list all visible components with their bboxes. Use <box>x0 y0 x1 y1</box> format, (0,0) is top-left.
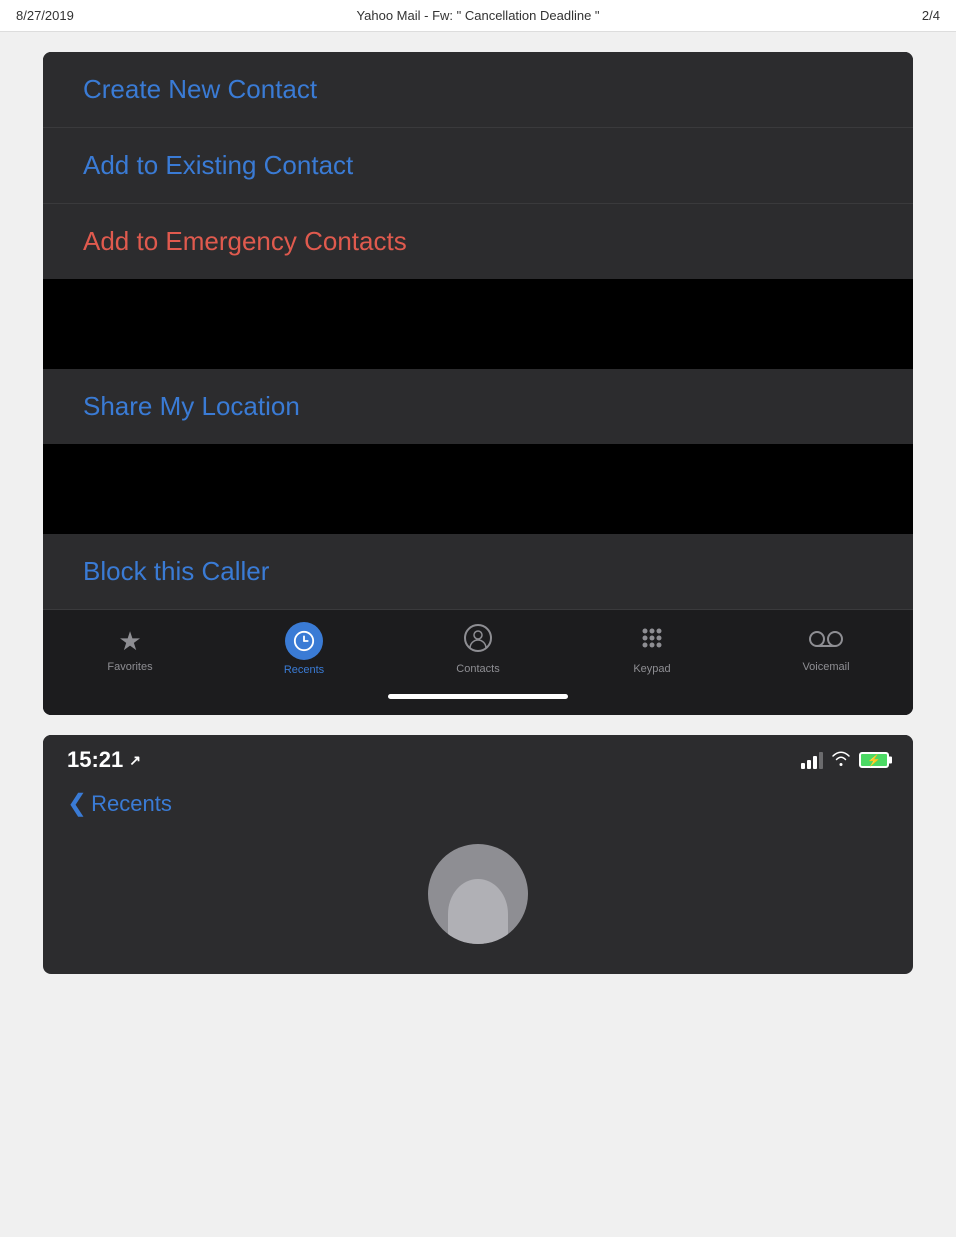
avatar <box>428 844 528 944</box>
recents-label: Recents <box>91 791 172 817</box>
tab-keypad-label: Keypad <box>633 663 670 675</box>
tab-recents-label: Recents <box>284 664 324 676</box>
spacer-1 <box>43 279 913 369</box>
action-sheet: Create New Contact Add to Existing Conta… <box>43 52 913 279</box>
share-location-section: Share My Location <box>43 369 913 444</box>
status-recents-section: 15:21 ↗ ⚡ <box>43 735 913 974</box>
keypad-icon <box>638 624 666 659</box>
avatar-person-shape <box>448 879 508 944</box>
spacer-2 <box>43 444 913 534</box>
status-bar: 15:21 ↗ ⚡ <box>43 735 913 781</box>
contacts-icon <box>464 624 492 659</box>
voicemail-icon <box>809 626 843 657</box>
signal-bars-icon <box>801 752 823 769</box>
block-caller-section: Block this Caller <box>43 534 913 609</box>
block-this-caller-button[interactable]: Block this Caller <box>43 534 913 609</box>
star-icon: ★ <box>118 626 141 657</box>
tab-contacts[interactable]: Contacts <box>438 624 518 675</box>
status-time: 15:21 ↗ <box>67 747 141 773</box>
wifi-icon <box>831 750 851 771</box>
phone-container: Create New Contact Add to Existing Conta… <box>43 52 913 715</box>
tab-favorites[interactable]: ★ Favorites <box>90 626 170 673</box>
back-chevron-icon: ❮ <box>67 789 87 818</box>
tab-contacts-label: Contacts <box>456 663 499 675</box>
browser-title: Yahoo Mail - Fw: " Cancellation Deadline… <box>96 8 860 23</box>
add-to-existing-contact-button[interactable]: Add to Existing Contact <box>43 128 913 204</box>
create-new-contact-button[interactable]: Create New Contact <box>43 52 913 128</box>
tab-favorites-label: Favorites <box>107 661 152 673</box>
add-to-emergency-contacts-button[interactable]: Add to Emergency Contacts <box>43 204 913 279</box>
home-indicator <box>43 684 913 715</box>
battery-icon: ⚡ <box>859 752 889 768</box>
tab-voicemail[interactable]: Voicemail <box>786 626 866 673</box>
tab-voicemail-label: Voicemail <box>802 661 849 673</box>
share-my-location-button[interactable]: Share My Location <box>43 369 913 444</box>
tab-recents[interactable]: Recents <box>264 622 344 676</box>
home-bar <box>388 694 568 699</box>
location-arrow-icon: ↗ <box>129 752 141 769</box>
browser-date: 8/27/2019 <box>16 8 96 23</box>
recents-back-button[interactable]: ❮ Recents <box>43 781 913 834</box>
browser-bar: 8/27/2019 Yahoo Mail - Fw: " Cancellatio… <box>0 0 956 32</box>
avatar-section <box>43 834 913 944</box>
recents-clock-icon <box>285 622 323 660</box>
browser-page-num: 2/4 <box>860 8 940 23</box>
tab-keypad[interactable]: Keypad <box>612 624 692 675</box>
status-icons: ⚡ <box>801 750 889 771</box>
tab-bar: ★ Favorites Recents Contacts <box>43 609 913 684</box>
